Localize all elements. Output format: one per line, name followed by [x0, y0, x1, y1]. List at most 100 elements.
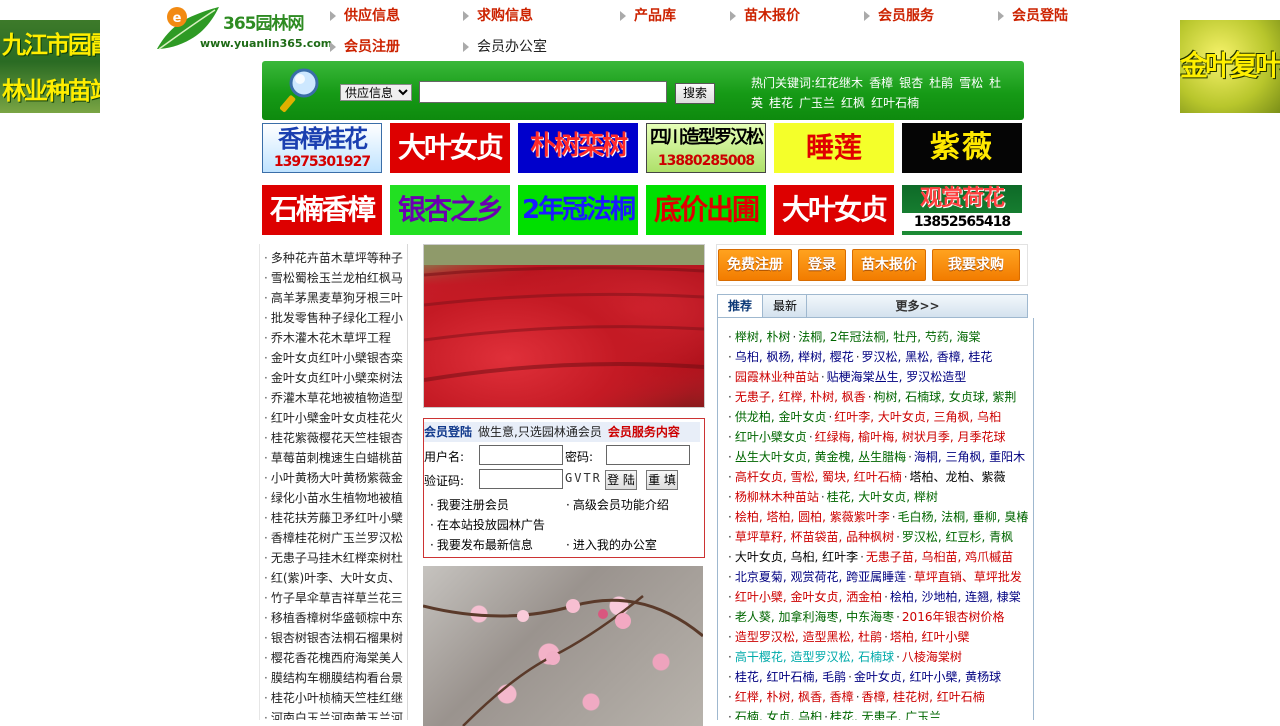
recommend-row[interactable]: 无患子, 红榉, 朴树, 枫香·枸树, 石楠球, 女贞球, 紫荆	[728, 387, 1033, 407]
recommend-link[interactable]: 桂花, 大叶女贞, 榉树	[827, 490, 938, 504]
recommend-row[interactable]: 园霞林业种苗站·贴梗海棠丛生, 罗汉松造型	[728, 367, 1033, 387]
recommend-link[interactable]: 无患子, 红榉, 朴树, 枫香	[735, 390, 866, 404]
list-item[interactable]: 雪松蜀桧玉兰龙柏红枫马	[260, 268, 407, 288]
list-item[interactable]: 多种花卉苗木草坪等种子	[260, 248, 407, 268]
recommend-link[interactable]: 金叶女贞, 红叶小檗, 黄杨球	[854, 670, 1001, 684]
recommend-row[interactable]: 杨柳林木种苗站·桂花, 大叶女贞, 榉树	[728, 487, 1033, 507]
banner-ad[interactable]: 2年冠法桐	[518, 185, 638, 235]
hot-word[interactable]: 桂花	[769, 96, 793, 110]
list-item[interactable]: 河南白玉兰河南黄玉兰河	[260, 708, 407, 720]
banner-ad[interactable]: 大叶女贞	[390, 123, 510, 173]
recommend-link[interactable]: 石楠, 女贞, 乌桕	[735, 710, 822, 720]
reset-button[interactable]: 重 填	[646, 470, 678, 490]
banner-ad[interactable]: 睡莲	[774, 123, 894, 173]
recommend-row[interactable]: 桧柏, 塔柏, 圆柏, 紫薇紫叶李·毛白杨, 法桐, 垂柳, 臭椿	[728, 507, 1033, 527]
recommend-link[interactable]: 乌桕, 枫杨, 榉树, 樱花	[735, 350, 854, 364]
list-item[interactable]: 红叶小檗金叶女贞桂花火	[260, 408, 407, 428]
recommend-link[interactable]: 塔柏, 红叶小檗	[890, 630, 970, 644]
recommend-link[interactable]: 草坪直销、草坪批发	[914, 570, 1022, 584]
recommend-row[interactable]: 乌桕, 枫杨, 榉树, 樱花·罗汉松, 黑松, 香樟, 桂花	[728, 347, 1033, 367]
list-item[interactable]: 乔灌木草花地被植物造型	[260, 388, 407, 408]
recommend-link[interactable]: 红绿梅, 榆叶梅, 树状月季, 月季花球	[815, 430, 1006, 444]
nav-products[interactable]: 产品库	[620, 6, 676, 26]
list-item[interactable]: 竹子旱伞草吉祥草兰花三	[260, 588, 407, 608]
banner-ad[interactable]: 紫薇	[902, 123, 1022, 173]
recommend-row[interactable]: 供龙柏, 金叶女贞·红叶李, 大叶女贞, 三角枫, 乌桕	[728, 407, 1033, 427]
premium-features-link[interactable]: 高级会员功能介绍	[566, 496, 669, 513]
recommend-row[interactable]: 高干樱花, 造型罗汉松, 石楠球·八棱海棠树	[728, 647, 1033, 667]
recommend-link[interactable]: 榉树, 朴树	[735, 330, 791, 344]
list-item[interactable]: 高羊茅黑麦草狗牙根三叶	[260, 288, 407, 308]
banner-ad[interactable]: 底价出圃	[646, 185, 766, 235]
search-button[interactable]: 搜索	[675, 83, 715, 104]
recommend-link[interactable]: 罗汉松, 黑松, 香樟, 桂花	[862, 350, 993, 364]
recommend-row[interactable]: 老人葵, 加拿利海枣, 中东海枣·2016年银杏树价格	[728, 607, 1033, 627]
right-float-ad[interactable]: 金叶复叶槭	[1180, 20, 1280, 113]
recommend-row[interactable]: 高杆女贞, 雪松, 蜀块, 红叶石楠·塔柏、龙柏、紫薇	[728, 467, 1033, 487]
hot-word[interactable]: 红花继木	[815, 76, 863, 90]
advertise-link[interactable]: 在本站投放园林广告	[430, 516, 545, 533]
list-item[interactable]: 草莓苗刺槐速生白蜡桃苗	[260, 448, 407, 468]
password-field[interactable]	[606, 445, 690, 465]
list-item[interactable]: 樱花香花槐西府海棠美人	[260, 648, 407, 668]
recommend-link[interactable]: 塔柏、龙柏、紫薇	[910, 470, 1006, 484]
recommend-link[interactable]: 法桐, 2年冠法桐, 牡丹, 芍药, 海棠	[798, 330, 980, 344]
banner-ad[interactable]: 银杏之乡	[390, 185, 510, 235]
office-link[interactable]: 进入我的办公室	[566, 536, 657, 553]
recommend-link[interactable]: 老人葵, 加拿利海枣, 中东海枣	[735, 610, 894, 624]
login-nav-button[interactable]: 登录	[798, 249, 846, 281]
recommend-link[interactable]: 桂花, 无患子, 广玉兰	[830, 710, 941, 720]
nav-office[interactable]: 会员办公室	[463, 37, 547, 57]
recommend-row[interactable]: 榉树, 朴树·法桐, 2年冠法桐, 牡丹, 芍药, 海棠	[728, 327, 1033, 347]
recommend-link[interactable]: 高杆女贞, 雪松, 蜀块, 红叶石楠	[735, 470, 902, 484]
recommend-row[interactable]: 石楠, 女贞, 乌桕·桂花, 无患子, 广玉兰	[728, 707, 1033, 720]
login-button[interactable]: 登 陆	[605, 470, 637, 490]
hot-word[interactable]: 香樟	[869, 76, 893, 90]
recommend-link[interactable]: 无患子苗, 乌桕苗, 鸡爪槭苗	[866, 550, 1013, 564]
recommend-link[interactable]: 造型罗汉松, 造型黑松, 杜鹃	[735, 630, 882, 644]
red-photinia-photo[interactable]	[423, 244, 705, 408]
recommend-link[interactable]: 桂花, 红叶石楠, 毛鹃	[735, 670, 846, 684]
recommend-link[interactable]: 枸树, 石楠球, 女贞球, 紫荆	[874, 390, 1017, 404]
recommend-link[interactable]: 高干樱花, 造型罗汉松, 石楠球	[735, 650, 894, 664]
banner-ad[interactable]: 观赏荷花 13852565418	[902, 185, 1022, 235]
list-item[interactable]: 香樟桂花树广玉兰罗汉松	[260, 528, 407, 548]
recommend-link[interactable]: 2016年银杏树价格	[902, 610, 1005, 624]
list-item[interactable]: 绿化小苗水生植物地被植	[260, 488, 407, 508]
recommend-row[interactable]: 北京夏菊, 观赏荷花, 跨亚属睡莲·草坪直销、草坪批发	[728, 567, 1033, 587]
recommend-link[interactable]: 毛白杨, 法桐, 垂柳, 臭椿	[898, 510, 1029, 524]
list-item[interactable]: 移植香樟树华盛顿棕中东	[260, 608, 407, 628]
tab-recommend[interactable]: 推荐	[718, 295, 763, 317]
tab-latest[interactable]: 最新	[764, 295, 807, 317]
free-register-button[interactable]: 免费注册	[718, 249, 792, 281]
banner-ad[interactable]: 石楠香樟	[262, 185, 382, 235]
site-logo[interactable]: e 365园林网 www.yuanlin365.com	[155, 5, 332, 52]
recommend-link[interactable]: 杨柳林木种苗站	[735, 490, 819, 504]
banner-ad[interactable]: 大叶女贞	[774, 185, 894, 235]
list-item[interactable]: 小叶黄杨大叶黄杨紫薇金	[260, 468, 407, 488]
member-service-link[interactable]: 会员服务内容	[608, 425, 680, 439]
list-item[interactable]: 银杏树银杏法桐石榴果树	[260, 628, 407, 648]
list-item[interactable]: 无患子马挂木红榉栾树杜	[260, 548, 407, 568]
list-item[interactable]: 批发零售种子绿化工程小	[260, 308, 407, 328]
recommend-row[interactable]: 红叶小檗女贞·红绿梅, 榆叶梅, 树状月季, 月季花球	[728, 427, 1033, 447]
recommend-row[interactable]: 桂花, 红叶石楠, 毛鹃·金叶女贞, 红叶小檗, 黄杨球	[728, 667, 1033, 687]
recommend-link[interactable]: 八棱海棠树	[902, 650, 962, 664]
list-item[interactable]: 桂花小叶桢楠天竺桂红继	[260, 688, 407, 708]
nav-member-service[interactable]: 会员服务	[864, 6, 934, 26]
recommend-link[interactable]: 丛生大叶女贞, 黄金槐, 丛生腊梅	[735, 450, 906, 464]
nav-register[interactable]: 会员注册	[330, 37, 400, 57]
nav-member-login[interactable]: 会员登陆	[998, 6, 1068, 26]
recommend-link[interactable]: 香樟, 桂花树, 红叶石楠	[862, 690, 985, 704]
recommend-link[interactable]: 草坪草籽, 杯苗袋苗, 品种枫树	[735, 530, 894, 544]
recommend-link[interactable]: 大叶女贞, 乌桕, 红叶李	[735, 550, 858, 564]
list-item[interactable]: 乔木灌木花木草坪工程	[260, 328, 407, 348]
recommend-row[interactable]: 丛生大叶女贞, 黄金槐, 丛生腊梅·海桐, 三角枫, 重阳木	[728, 447, 1033, 467]
recommend-link[interactable]: 红榉, 朴树, 枫香, 香樟	[735, 690, 854, 704]
username-field[interactable]	[479, 445, 563, 465]
nav-price[interactable]: 苗木报价	[730, 6, 800, 26]
register-link[interactable]: 我要注册会员	[430, 496, 509, 513]
list-item[interactable]: 红(紫)叶李、大叶女贞、	[260, 568, 407, 588]
banner-ad[interactable]: 香樟桂花 13975301927	[262, 123, 382, 173]
recommend-row[interactable]: 红叶小檗, 金叶女贞, 洒金柏·桧柏, 沙地柏, 连翘, 棣棠	[728, 587, 1033, 607]
